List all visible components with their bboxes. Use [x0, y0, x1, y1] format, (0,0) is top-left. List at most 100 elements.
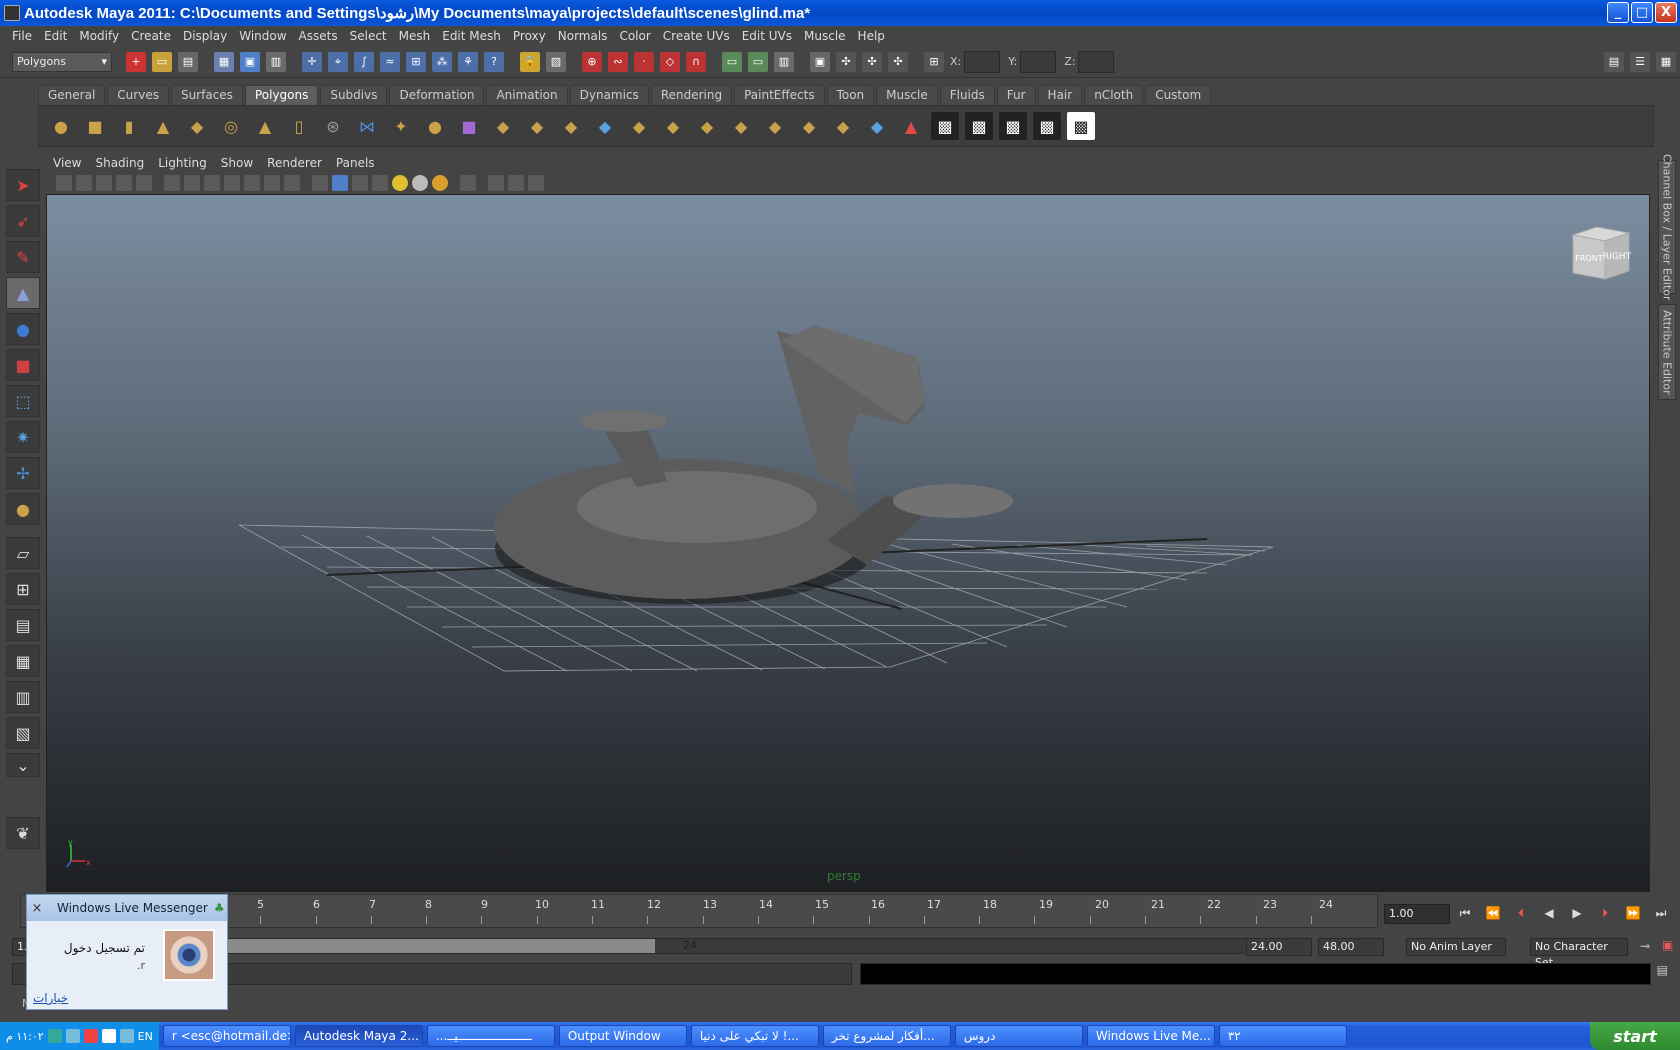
open-scene-icon[interactable]: ▭ [152, 51, 172, 72]
film-gate-icon[interactable] [184, 175, 200, 191]
volume-icon[interactable] [101, 1029, 116, 1043]
menu-edit-uvs[interactable]: Edit UVs [736, 29, 798, 43]
menu-assets[interactable]: Assets [293, 29, 344, 43]
layout-single-icon[interactable]: ▱ [6, 537, 40, 569]
perspective-viewport[interactable]: FRONT RIGHT y x persp [46, 194, 1650, 892]
shelf-tab-custom[interactable]: Custom [1145, 85, 1212, 105]
bevel-icon[interactable]: ◆ [727, 112, 755, 140]
input-field-mode-icon[interactable]: ⊞ [924, 51, 944, 72]
minimize-button[interactable]: _ [1607, 2, 1629, 23]
shelf-options-icon[interactable]: ❦ [6, 817, 40, 849]
poly-plane-icon[interactable]: ◆ [183, 112, 211, 140]
new-scene-icon[interactable]: + [126, 51, 146, 72]
panel-menu-renderer[interactable]: Renderer [260, 156, 329, 170]
layout-graph-icon[interactable]: ▦ [6, 645, 40, 677]
select-tool-icon[interactable]: ➤ [6, 169, 40, 201]
maximize-button[interactable]: □ [1631, 2, 1653, 23]
shelf-tab-animation[interactable]: Animation [486, 85, 568, 105]
auto-key-icon[interactable]: ⊸ [1640, 939, 1650, 953]
snap-curve-icon[interactable]: ∾ [608, 51, 628, 72]
move-tool-icon[interactable]: ▲ [6, 277, 40, 309]
wedge-icon[interactable]: ◆ [761, 112, 789, 140]
lasso-tool-icon[interactable]: ➶ [6, 205, 40, 237]
panel-menu-show[interactable]: Show [214, 156, 260, 170]
select-hierarchy-icon[interactable]: ▦ [214, 51, 234, 72]
shelf-tab-muscle[interactable]: Muscle [876, 85, 938, 105]
xray-icon[interactable] [488, 175, 504, 191]
highlight-selection-icon[interactable]: ▧ [546, 51, 566, 72]
menu-proxy[interactable]: Proxy [507, 29, 552, 43]
all-lights-icon[interactable] [412, 175, 428, 191]
panel-menu-view[interactable]: View [46, 156, 88, 170]
mesh-object-glind[interactable] [494, 325, 1013, 604]
menu-muscle[interactable]: Muscle [798, 29, 852, 43]
select-render-icon[interactable]: ⚘ [458, 51, 478, 72]
panel-menu-panels[interactable]: Panels [329, 156, 382, 170]
ipr-render-icon[interactable]: ✣ [862, 51, 882, 72]
messenger-options-link[interactable]: خيارات [33, 991, 68, 1005]
twod-pan-icon[interactable] [136, 175, 152, 191]
menu-create-uvs[interactable]: Create UVs [657, 29, 736, 43]
layout-trax-icon[interactable]: ▧ [6, 717, 40, 749]
security-icon[interactable] [83, 1029, 98, 1043]
shelf-tab-painteffects[interactable]: PaintEffects [734, 85, 825, 105]
snap-point-icon[interactable]: ⋅ [634, 51, 654, 72]
uv-editor-icon[interactable]: ▩ [999, 112, 1027, 140]
shelf-tab-hair[interactable]: Hair [1037, 85, 1083, 105]
cylindrical-map-icon[interactable]: ▲ [897, 112, 925, 140]
pick-handle-icon[interactable]: ✛ [302, 51, 322, 72]
snap-grid-icon[interactable]: ⊕ [582, 51, 602, 72]
taskbar-item[interactable]: أفكار لمشروع تخر... [822, 1025, 951, 1047]
show-manipulator-icon[interactable]: ✢ [6, 457, 40, 489]
backface-culling-icon[interactable] [528, 175, 544, 191]
step-forward-frame-icon[interactable]: ⏩ [1624, 903, 1642, 923]
menu-create[interactable]: Create [125, 29, 177, 43]
script-editor-icon[interactable]: ▤ [1657, 963, 1668, 987]
taskbar-item-messenger[interactable]: Windows Live Me... [1086, 1025, 1215, 1047]
shelf-tab-subdivs[interactable]: Subdivs [320, 85, 388, 105]
display-icon[interactable] [65, 1029, 80, 1043]
insert-edge-loop-icon[interactable]: ◆ [625, 112, 653, 140]
save-scene-icon[interactable]: ▤ [178, 51, 198, 72]
x-field[interactable] [964, 50, 1001, 73]
append-icon[interactable]: ◆ [557, 112, 585, 140]
poly-pyramid-icon[interactable]: ▲ [251, 112, 279, 140]
shelf-tab-ncloth[interactable]: nCloth [1084, 85, 1144, 105]
go-to-end-icon[interactable]: ⏭ [1652, 903, 1670, 923]
select-object-icon[interactable]: ▣ [240, 51, 260, 72]
range-end-field[interactable]: 24.00 [1246, 938, 1312, 956]
scale-tool-icon[interactable]: ■ [6, 349, 40, 381]
channel-box-tab[interactable]: Channel Box / Layer Editor [1658, 154, 1676, 300]
render-frame-icon[interactable]: ✣ [836, 51, 856, 72]
anim-prefs-icon[interactable]: ▣ [1662, 938, 1673, 952]
shelf-tab-polygons[interactable]: Polygons [244, 85, 319, 105]
attribute-editor-toggle-icon[interactable]: ▤ [1604, 51, 1624, 72]
render-view-icon[interactable]: ▣ [810, 51, 830, 72]
poke-icon[interactable]: ◆ [795, 112, 823, 140]
language-indicator[interactable]: EN [138, 1030, 153, 1043]
panel-menu-shading[interactable]: Shading [88, 156, 151, 170]
isolate-select-icon[interactable] [460, 175, 476, 191]
offset-edge-loop-icon[interactable]: ◆ [659, 112, 687, 140]
menu-select[interactable]: Select [344, 29, 393, 43]
shelf-tab-curves[interactable]: Curves [107, 85, 169, 105]
menu-display[interactable]: Display [177, 29, 233, 43]
select-deform-icon[interactable]: ⊞ [406, 51, 426, 72]
menu-edit[interactable]: Edit [38, 29, 73, 43]
poly-sphere-icon[interactable]: ● [47, 112, 75, 140]
lock-selection-icon[interactable]: 🔒 [520, 51, 540, 72]
automatic-map-icon[interactable]: ▩ [965, 112, 993, 140]
taskbar-item[interactable]: لا تبكي على دنيا !... [690, 1025, 819, 1047]
gate-mask-icon[interactable] [224, 175, 240, 191]
separate-icon[interactable]: ✦ [387, 112, 415, 140]
shadows-icon[interactable] [432, 175, 448, 191]
layout-outliner-icon[interactable]: ▤ [6, 609, 40, 641]
poly-pipe-icon[interactable]: ▯ [285, 112, 313, 140]
menu-window[interactable]: Window [233, 29, 292, 43]
attribute-editor-tab[interactable]: Attribute Editor [1658, 304, 1676, 400]
menu-mesh[interactable]: Mesh [393, 29, 437, 43]
menu-modify[interactable]: Modify [73, 29, 125, 43]
smooth-icon[interactable]: ● [421, 112, 449, 140]
character-set-dropdown[interactable]: No Character Set [1530, 938, 1628, 969]
safe-title-icon[interactable] [284, 175, 300, 191]
